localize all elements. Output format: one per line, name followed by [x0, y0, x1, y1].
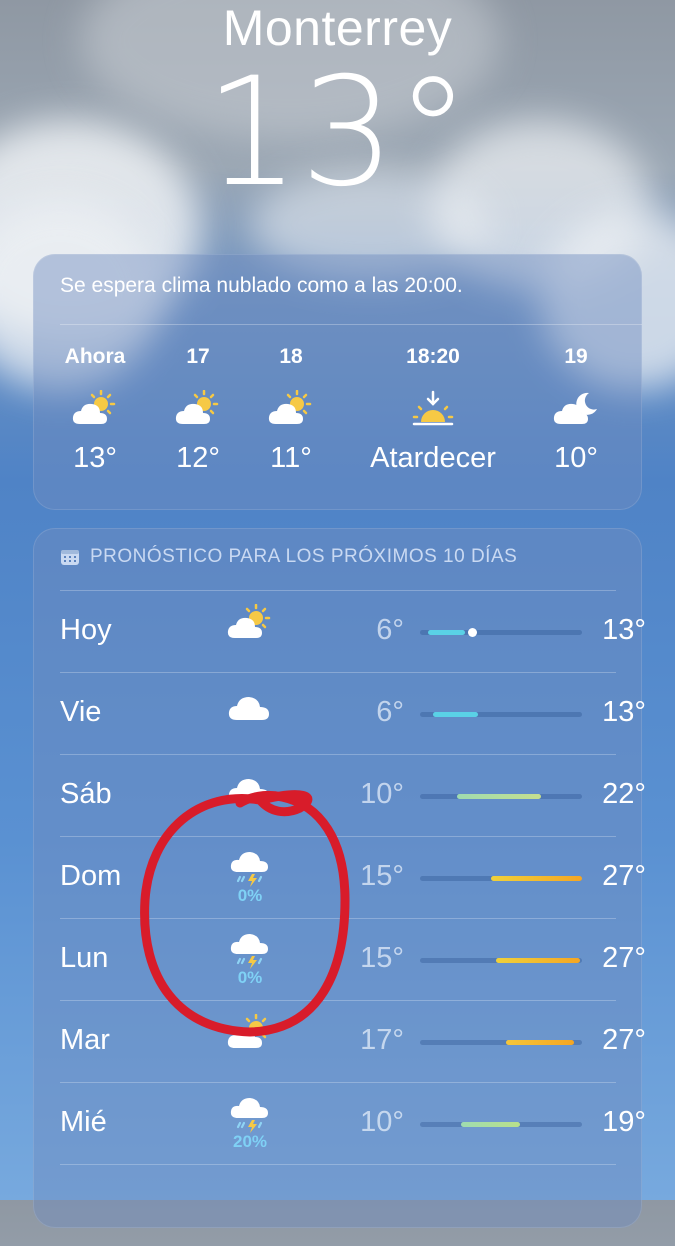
partly-cloudy-sun-icon: [256, 388, 326, 432]
day-label: Hoy: [60, 614, 112, 646]
range-fill: [432, 712, 479, 717]
current-temperature-dot: [467, 628, 477, 637]
high-temperature: 27°: [602, 1024, 646, 1056]
day-label: Lun: [60, 942, 109, 974]
range-fill: [457, 794, 542, 799]
precipitation-chance: 0%: [237, 886, 263, 905]
partly-cloudy-moon-icon: [541, 388, 611, 432]
temperature-range-bar: [420, 712, 582, 717]
high-temperature: 27°: [602, 860, 646, 892]
temperature-range-bar: [420, 1040, 582, 1045]
partly-cloudy-sun-icon: [220, 1014, 280, 1070]
partly-cloudy-sun-icon: [220, 604, 280, 660]
low-temperature: 15°: [360, 860, 404, 892]
high-temperature: 13°: [602, 696, 646, 728]
divider: [60, 324, 642, 325]
range-fill: [428, 630, 466, 635]
forecast-row[interactable]: [60, 1164, 616, 1246]
current-temperature: 13°: [204, 46, 471, 220]
divider: [60, 672, 616, 673]
divider: [60, 1082, 616, 1083]
forecast-row[interactable]: Mié 20% 10° 19°: [60, 1082, 646, 1164]
hourly-forecast-card[interactable]: Se espera clima nublado como a las 20:00…: [33, 254, 642, 510]
low-temperature: 15°: [360, 942, 404, 974]
range-fill: [460, 1122, 521, 1127]
forecast-row[interactable]: Sáb 10° 22°: [60, 754, 646, 836]
cloud-icon: [220, 686, 280, 742]
high-temperature: 22°: [602, 778, 646, 810]
hour-temperature: 11°: [270, 442, 312, 474]
weather-summary: Se espera clima nublado como a las 20:00…: [60, 274, 463, 297]
thunderstorm-icon: 20%: [220, 1096, 280, 1152]
hourly-item: 18:20 Atardecer: [353, 344, 513, 478]
divider: [60, 1000, 616, 1001]
hour-label: 17: [186, 345, 210, 368]
precipitation-chance: 20%: [232, 1132, 268, 1151]
forecast-title: PRONÓSTICO PARA LOS PRÓXIMOS 10 DÍAS: [90, 546, 518, 567]
forecast-row[interactable]: Lun 0% 15° 27°: [60, 918, 646, 1000]
high-temperature: 19°: [602, 1106, 646, 1138]
thunderstorm-icon: 0%: [220, 932, 280, 988]
hour-label: 19: [564, 345, 588, 368]
hourly-item: 18 11°: [256, 344, 326, 478]
hour-label: Ahora: [64, 345, 126, 368]
hour-label: 18:20: [406, 345, 460, 368]
divider: [60, 1164, 616, 1165]
divider: [60, 918, 616, 919]
ten-day-forecast-card[interactable]: PRONÓSTICO PARA LOS PRÓXIMOS 10 DÍAS Hoy…: [33, 528, 646, 1228]
low-temperature: 10°: [360, 1106, 404, 1138]
temperature-range-bar: [420, 876, 582, 881]
low-temperature: 6°: [376, 614, 404, 646]
low-temperature: 10°: [360, 778, 404, 810]
hourly-item: Ahora 13°: [60, 344, 130, 478]
day-label: Mié: [60, 1106, 107, 1138]
high-temperature: 27°: [602, 942, 646, 974]
low-temperature: 17°: [360, 1024, 404, 1056]
forecast-row[interactable]: Mar 17° 27°: [60, 1000, 646, 1082]
day-label: Mar: [60, 1024, 110, 1056]
temperature-range-bar: [420, 794, 582, 799]
low-temperature: 6°: [376, 696, 404, 728]
forecast-header: PRONÓSTICO PARA LOS PRÓXIMOS 10 DÍAS: [60, 546, 517, 568]
divider: [60, 754, 616, 755]
range-fill: [505, 1040, 574, 1045]
temperature-range-bar: [420, 628, 582, 637]
forecast-row[interactable]: Vie 6° 13°: [60, 672, 646, 754]
hour-temperature: 13°: [73, 442, 117, 474]
temperature-range-bar: [420, 958, 582, 963]
precipitation-chance: 0%: [237, 968, 263, 987]
sunset-icon: [353, 388, 513, 432]
partly-cloudy-sun-icon: [60, 388, 130, 432]
cloud-icon: [220, 768, 280, 824]
forecast-row[interactable]: Hoy 6° 13°: [60, 590, 646, 672]
partly-cloudy-sun-icon: [163, 388, 233, 432]
hourly-item: 19 10°: [541, 344, 611, 478]
sunset-label: Atardecer: [370, 442, 496, 474]
hour-temperature: 12°: [176, 442, 220, 474]
calendar-icon: [61, 550, 79, 565]
day-label: Sáb: [60, 778, 112, 810]
divider: [60, 590, 616, 591]
day-label: Vie: [60, 696, 102, 728]
high-temperature: 13°: [602, 614, 646, 646]
thunderstorm-icon: 0%: [220, 850, 280, 906]
hour-temperature: 10°: [554, 442, 598, 474]
day-label: Dom: [60, 860, 122, 892]
hourly-item: 17 12°: [163, 344, 233, 478]
hour-label: 18: [279, 345, 303, 368]
temperature-range-bar: [420, 1122, 582, 1127]
divider: [60, 836, 616, 837]
forecast-row[interactable]: Dom 0% 15° 27°: [60, 836, 646, 918]
